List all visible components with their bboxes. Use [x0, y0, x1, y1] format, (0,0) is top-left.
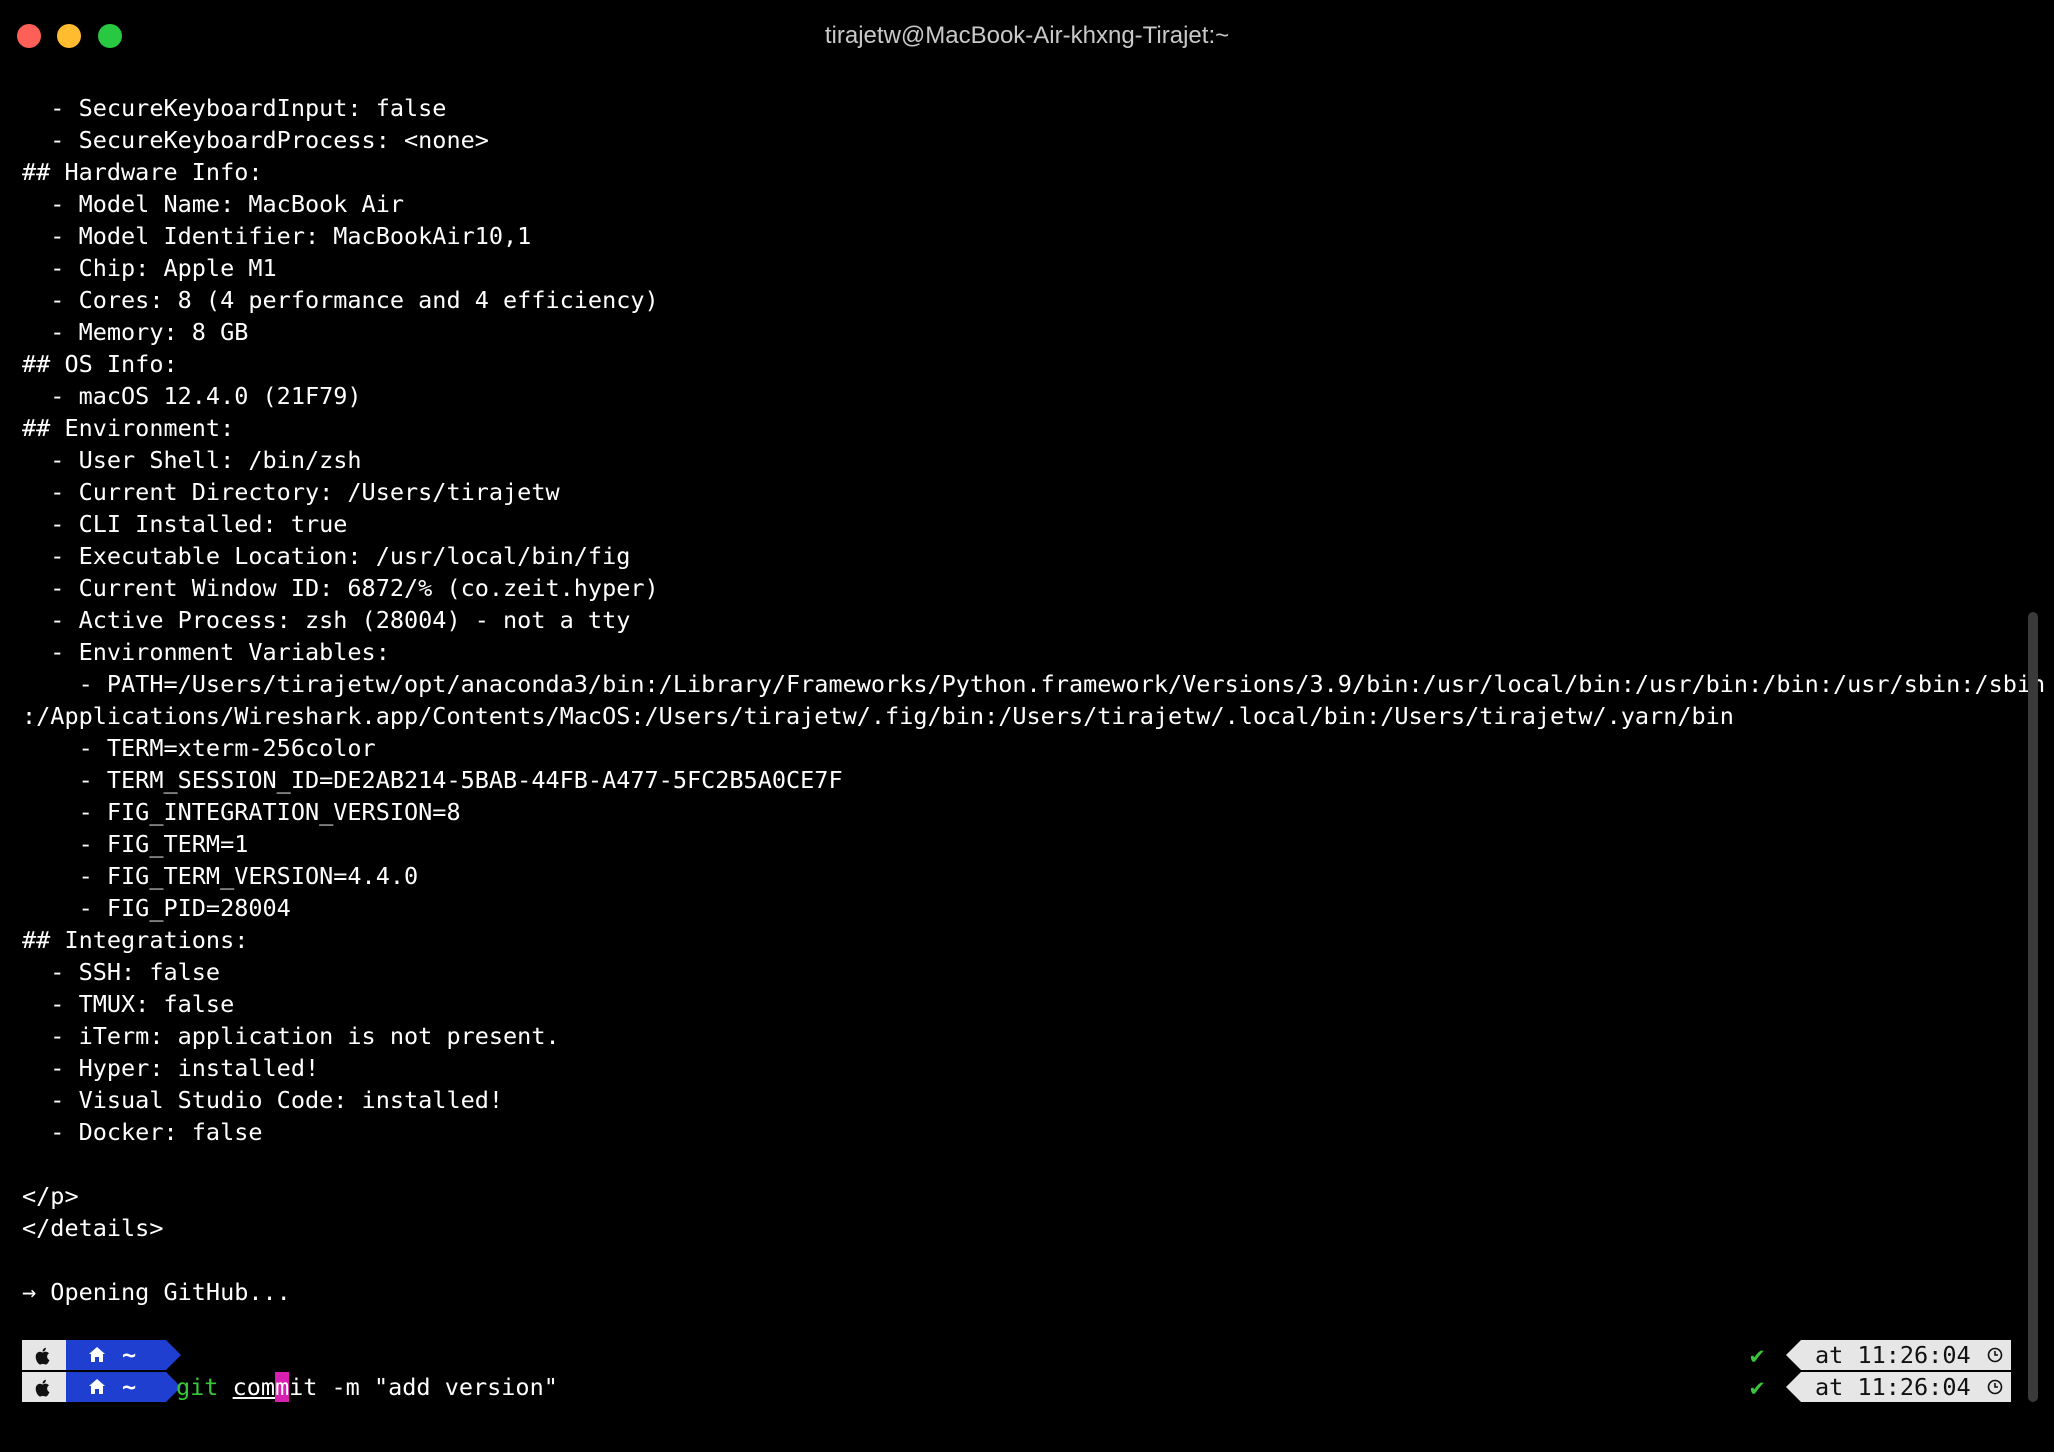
home-icon [89, 1379, 105, 1394]
checkmark-icon: ✔ [1750, 1341, 1765, 1369]
output-line: - Chip: Apple M1 [22, 254, 277, 282]
scrollbar[interactable] [2028, 612, 2038, 1402]
directory-label: ~ [122, 1373, 137, 1401]
apple-logo-icon [35, 1379, 50, 1397]
output-line: - Active Process: zsh (28004) - not a tt… [22, 606, 631, 634]
output-line: - SSH: false [22, 958, 221, 986]
home-segment: ~ [66, 1340, 166, 1370]
output-line: - Visual Studio Code: installed! [22, 1086, 504, 1114]
segment-arrow [166, 1340, 181, 1370]
command-git: git [176, 1373, 219, 1401]
time-segment: at 11:26:04 [1801, 1372, 2011, 1402]
output-line: - Executable Location: /usr/local/bin/fi… [22, 542, 631, 570]
output-line: </p> [22, 1182, 79, 1210]
output-line: - SecureKeyboardProcess: <none> [22, 126, 489, 154]
home-segment: ~ [66, 1372, 166, 1402]
command-args: it -m "add version" [289, 1373, 558, 1401]
segment-arrow [1786, 1340, 1801, 1370]
apple-segment [22, 1340, 66, 1370]
output-line: - Hyper: installed! [22, 1054, 320, 1082]
clock-icon [1987, 1379, 2003, 1395]
output-line: - macOS 12.4.0 (21F79) [22, 382, 362, 410]
segment-arrow [1786, 1372, 1801, 1402]
command-input[interactable]: git commit -m "add version" [176, 1372, 558, 1402]
output-line: - Current Directory: /Users/tirajetw [22, 478, 560, 506]
time-label: at 11:26:04 [1815, 1373, 1971, 1401]
output-line: - iTerm: application is not present. [22, 1022, 560, 1050]
output-line: - User Shell: /bin/zsh [22, 446, 362, 474]
output-line: → Opening GitHub... [22, 1278, 291, 1306]
time-segment: at 11:26:04 [1801, 1340, 2011, 1370]
text-cursor: m [275, 1372, 290, 1402]
apple-segment [22, 1372, 66, 1402]
output-line: - TERM=xterm-256color [22, 734, 376, 762]
output-line: ## Environment: [22, 414, 235, 442]
output-line: - FIG_PID=28004 [22, 894, 291, 922]
terminal-output[interactable]: - SecureKeyboardInput: false - SecureKey… [22, 92, 2045, 1308]
output-line: - Current Window ID: 6872/% (co.zeit.hyp… [22, 574, 659, 602]
output-line: - CLI Installed: true [22, 510, 348, 538]
output-line: - FIG_TERM=1 [22, 830, 249, 858]
output-line: - FIG_INTEGRATION_VERSION=8 [22, 798, 461, 826]
clock-icon [1987, 1347, 2003, 1363]
command-word: com [232, 1373, 276, 1401]
output-line: :/Applications/Wireshark.app/Contents/Ma… [22, 702, 1734, 730]
output-line: - Environment Variables: [22, 638, 390, 666]
output-line: - Memory: 8 GB [22, 318, 249, 346]
checkmark-icon: ✔ [1750, 1373, 1765, 1401]
output-line: - Cores: 8 (4 performance and 4 efficien… [22, 286, 659, 314]
output-line: ## Hardware Info: [22, 158, 263, 186]
output-line: - Model Identifier: MacBookAir10,1 [22, 222, 532, 250]
output-line: - Model Name: MacBook Air [22, 190, 405, 218]
output-line: - TMUX: false [22, 990, 235, 1018]
directory-label: ~ [122, 1341, 137, 1369]
title-bar: tirajetw@MacBook-Air-khxng-Tirajet:~ [0, 0, 2054, 72]
time-label: at 11:26:04 [1815, 1341, 1971, 1369]
output-line: - TERM_SESSION_ID=DE2AB214-5BAB-44FB-A47… [22, 766, 843, 794]
output-line: - PATH=/Users/tirajetw/opt/anaconda3/bin… [22, 670, 2046, 698]
window-title: tirajetw@MacBook-Air-khxng-Tirajet:~ [824, 22, 1230, 49]
output-line: - FIG_TERM_VERSION=4.4.0 [22, 862, 419, 890]
output-line: - Docker: false [22, 1118, 263, 1146]
output-line: ## OS Info: [22, 350, 178, 378]
home-icon [89, 1347, 105, 1362]
output-line: </details> [22, 1214, 164, 1242]
output-line: ## Integrations: [22, 926, 249, 954]
output-line: - SecureKeyboardInput: false [22, 94, 447, 122]
apple-logo-icon [35, 1347, 50, 1365]
terminal-window: tirajetw@MacBook-Air-khxng-Tirajet:~ - S… [0, 0, 2054, 1452]
